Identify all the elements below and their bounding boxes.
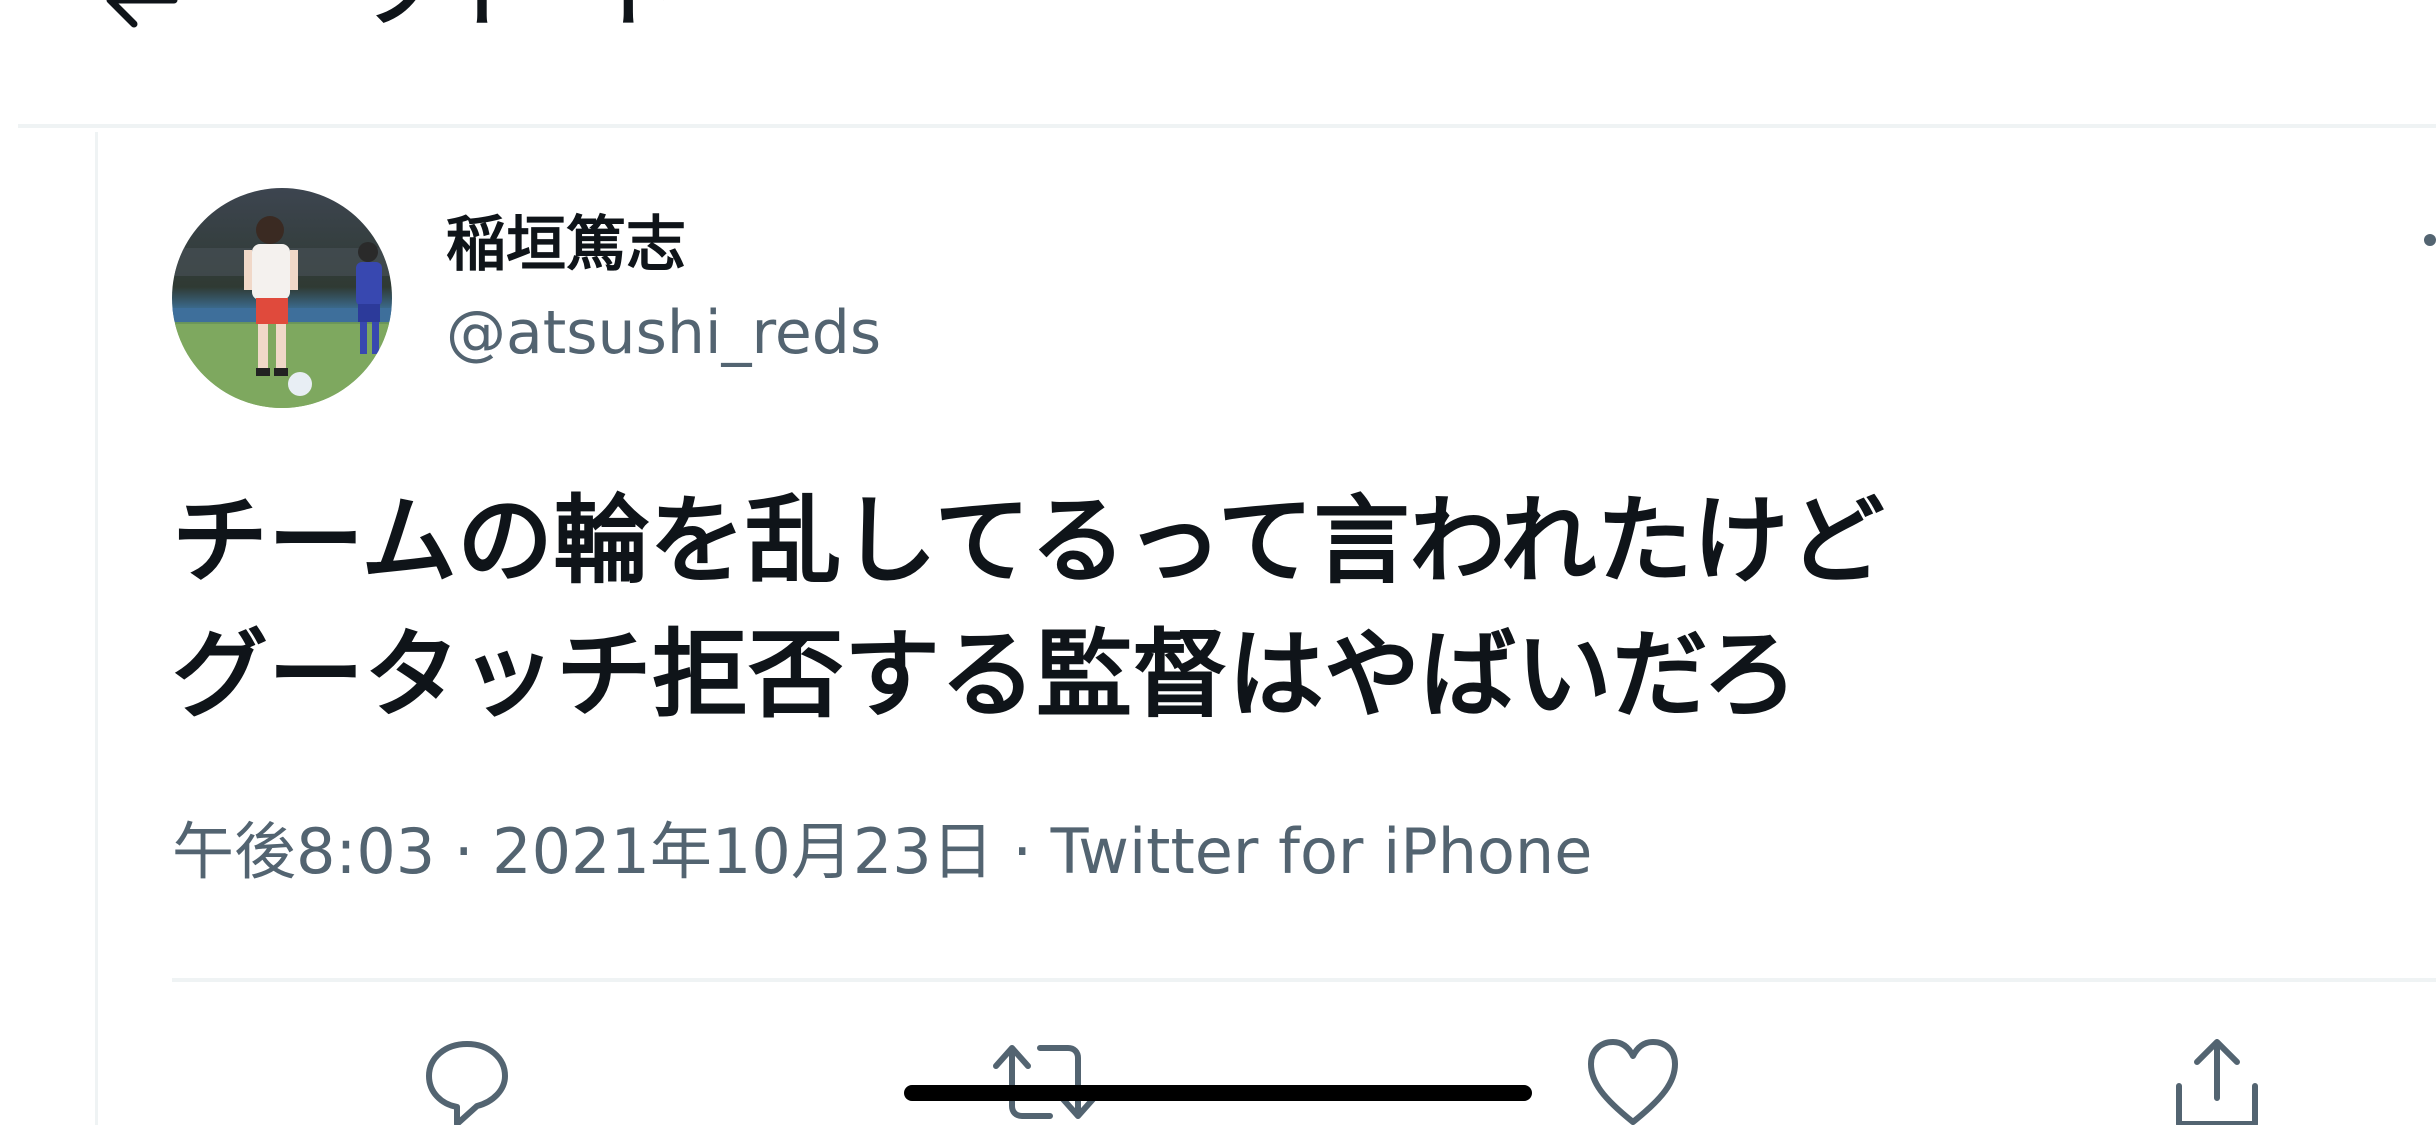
tweet-text-line: グータッチ拒否する監督はやばいだろ — [172, 619, 1799, 731]
author-handle[interactable]: @atsushi_reds — [446, 300, 881, 366]
like-button[interactable] — [1578, 1036, 1688, 1125]
header: ツイート — [0, 0, 2436, 126]
tweet-time[interactable]: 午後8:03 — [172, 815, 435, 888]
heart-icon — [1588, 1039, 1678, 1125]
share-button[interactable] — [2162, 1036, 2272, 1125]
meta-separator: · — [1012, 815, 1033, 888]
tweet-source[interactable]: Twitter for iPhone — [1051, 815, 1593, 888]
tweet-date[interactable]: 2021年10月23日 — [492, 815, 994, 888]
tweet-text: チームの輪を乱してるって言われたけど グータッチ拒否する監督はやばいだろ — [172, 474, 2372, 742]
arrow-left-icon — [106, 0, 178, 28]
tweet-meta: 午後8:03 · 2021年10月23日 · Twitter for iPhone — [172, 815, 1593, 888]
retweet-icon — [993, 1045, 1097, 1119]
back-button[interactable] — [90, 0, 190, 40]
author-name[interactable]: 稲垣篤志 — [446, 212, 686, 278]
tweet-text-line: チームの輪を乱してるって言われたけど — [172, 485, 1885, 597]
reply-button[interactable] — [412, 1036, 522, 1125]
reply-icon — [426, 1041, 508, 1125]
more-options-icon[interactable] — [2424, 234, 2436, 246]
header-divider — [18, 124, 2436, 128]
meta-divider — [172, 978, 2436, 982]
avatar[interactable] — [172, 188, 392, 408]
page-title: ツイート — [358, 0, 678, 36]
retweet-button[interactable] — [990, 1036, 1100, 1125]
tweet-detail-screen: ツイート — [0, 0, 2436, 1125]
home-indicator[interactable] — [904, 1085, 1532, 1101]
meta-separator: · — [453, 815, 474, 888]
thread-line — [95, 132, 98, 1125]
player-photo-avatar — [172, 188, 392, 408]
share-icon — [2176, 1039, 2258, 1125]
